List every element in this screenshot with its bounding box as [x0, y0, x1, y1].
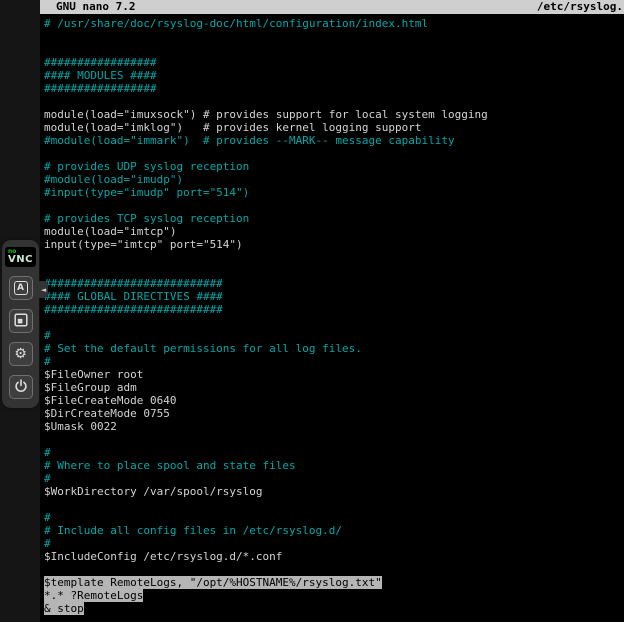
settings-button[interactable]: ⚙	[9, 342, 33, 366]
editor-line	[44, 563, 624, 576]
editor-line	[44, 498, 624, 511]
editor-line: # /usr/share/doc/rsyslog-doc/html/config…	[44, 17, 624, 30]
editor-line: #	[44, 446, 624, 459]
editor-line: $template RemoteLogs, "/opt/%HOSTNAME%/r…	[44, 576, 624, 589]
editor-line: $DirCreateMode 0755	[44, 407, 624, 420]
novnc-control-bar: no VNC A ⚙	[2, 240, 39, 408]
editor-line: # Where to place spool and state files	[44, 459, 624, 472]
editor-line: # Include all config files in /etc/rsysl…	[44, 524, 624, 537]
editor-lines[interactable]: # /usr/share/doc/rsyslog-doc/html/config…	[40, 14, 624, 615]
editor-line	[44, 95, 624, 108]
power-button[interactable]	[9, 375, 33, 399]
editor-line	[44, 264, 624, 277]
editor-line: #################	[44, 56, 624, 69]
editor-line: #input(type="imudp" port="514")	[44, 186, 624, 199]
editor-line: #### MODULES ####	[44, 69, 624, 82]
nano-file-path: /etc/rsyslog.	[537, 0, 623, 14]
editor-line: module(load="imklog") # provides kernel …	[44, 121, 624, 134]
editor-line: #	[44, 355, 624, 368]
editor-line: #	[44, 472, 624, 485]
editor-line: module(load="imtcp")	[44, 225, 624, 238]
editor-line: ###########################	[44, 277, 624, 290]
editor-line: $FileCreateMode 0640	[44, 394, 624, 407]
novnc-logo-vnc: VNC	[8, 255, 33, 265]
editor-line: #module(load="imudp")	[44, 173, 624, 186]
editor-line	[44, 316, 624, 329]
editor-line: # provides UDP syslog reception	[44, 160, 624, 173]
editor-line: $FileOwner root	[44, 368, 624, 381]
control-bar-collapse-handle[interactable]: ◄	[39, 281, 48, 298]
nano-app-title: GNU nano 7.2	[56, 0, 135, 14]
editor-line: #module(load="immark") # provides --MARK…	[44, 134, 624, 147]
editor-line: input(type="imtcp" port="514")	[44, 238, 624, 251]
editor-line	[44, 433, 624, 446]
nano-titlebar: GNU nano 7.2 /etc/rsyslog.	[40, 0, 624, 14]
editor-line	[44, 30, 624, 43]
editor-line: module(load="imuxsock") # provides suppo…	[44, 108, 624, 121]
fullscreen-icon	[14, 312, 28, 331]
editor-line: #	[44, 329, 624, 342]
editor-line	[44, 43, 624, 56]
editor-line: *.* ?RemoteLogs	[44, 589, 624, 602]
gear-icon: ⚙	[14, 347, 27, 361]
clipboard-button[interactable]: A	[9, 276, 33, 300]
editor-line: & stop	[44, 602, 624, 615]
chevron-left-icon: ◄	[41, 286, 46, 294]
editor-line	[44, 199, 624, 212]
editor-line	[44, 251, 624, 264]
editor-line: # Set the default permissions for all lo…	[44, 342, 624, 355]
editor-line: #	[44, 511, 624, 524]
editor-line: # provides TCP syslog reception	[44, 212, 624, 225]
editor-line: #	[44, 537, 624, 550]
power-icon	[14, 378, 28, 397]
nano-terminal[interactable]: GNU nano 7.2 /etc/rsyslog. # /usr/share/…	[40, 0, 624, 622]
editor-line: $WorkDirectory /var/spool/rsyslog	[44, 485, 624, 498]
editor-line: ###########################	[44, 303, 624, 316]
editor-line: #################	[44, 82, 624, 95]
clipboard-icon: A	[14, 281, 28, 295]
editor-line	[44, 147, 624, 160]
novnc-logo: no VNC	[5, 247, 36, 267]
fullscreen-button[interactable]	[9, 309, 33, 333]
editor-line: $Umask 0022	[44, 420, 624, 433]
editor-line: #### GLOBAL DIRECTIVES ####	[44, 290, 624, 303]
editor-line: $FileGroup adm	[44, 381, 624, 394]
editor-line: $IncludeConfig /etc/rsyslog.d/*.conf	[44, 550, 624, 563]
